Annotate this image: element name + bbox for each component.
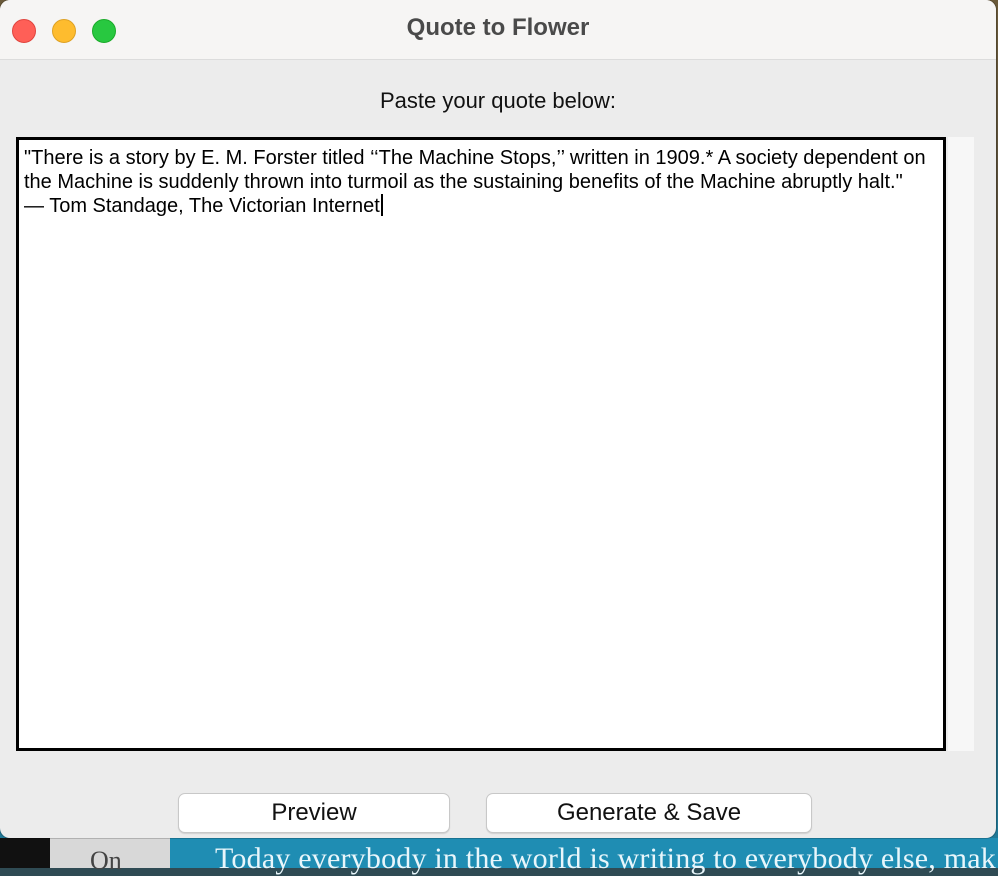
background-partial-label: On: [90, 846, 122, 875]
background-partial-text: Today everybody in the world is writing …: [215, 842, 996, 875]
quote-text-area[interactable]: "There is a story by E. M. Forster title…: [16, 137, 946, 751]
quote-text-content[interactable]: "There is a story by E. M. Forster title…: [24, 146, 938, 743]
background-dark-panel: [0, 838, 50, 868]
text-cursor: [380, 194, 383, 216]
preview-button[interactable]: Preview: [178, 793, 450, 833]
title-bar[interactable]: Quote to Flower: [0, 0, 996, 60]
app-window: Quote to Flower Paste your quote below: …: [0, 0, 996, 838]
generate-save-button[interactable]: Generate & Save: [486, 793, 812, 833]
text-area-scrollbar[interactable]: [948, 137, 974, 751]
quote-text: "There is a story by E. M. Forster title…: [24, 147, 926, 217]
window-title: Quote to Flower: [406, 14, 590, 41]
quote-prompt-label: Paste your quote below:: [379, 88, 617, 113]
